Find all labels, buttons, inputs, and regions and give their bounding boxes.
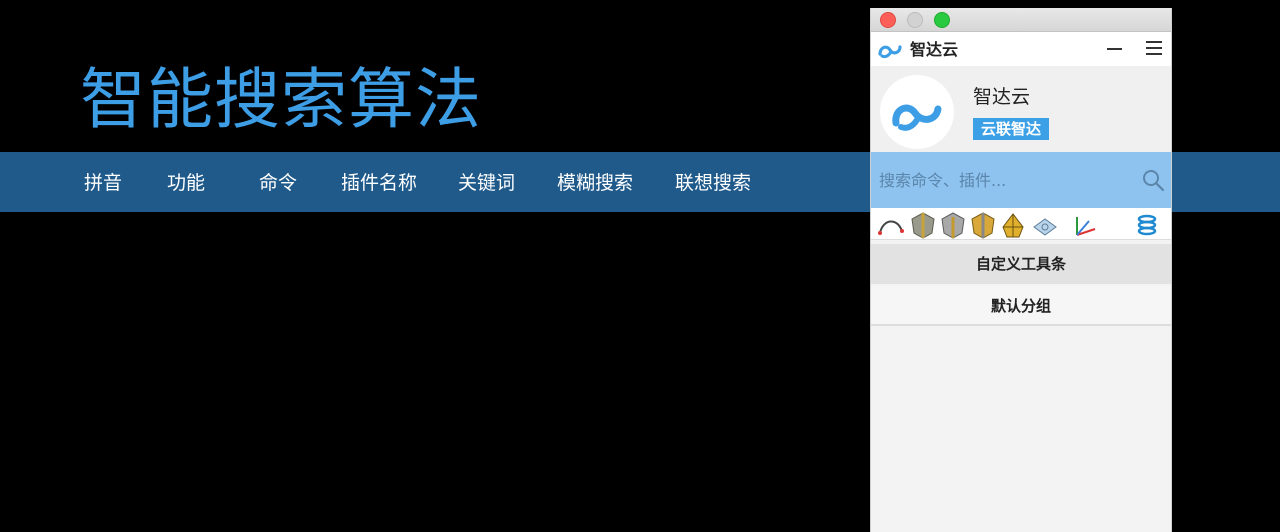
feature-fuzzy-search: 模糊搜索	[557, 172, 634, 194]
feature-pinyin: 拼音	[84, 172, 123, 194]
axis-icon[interactable]	[1071, 211, 1099, 239]
gold-shield-icon[interactable]	[969, 211, 997, 239]
spring-icon[interactable]	[1133, 211, 1161, 239]
app-window: 智达云 智达云 云联智达 搜索命令、插件... 自定义工具条 默认分组	[870, 8, 1172, 532]
profile-name: 智达云	[973, 86, 1031, 108]
page-title: 智能搜索算法	[80, 61, 482, 138]
gear-part-icon[interactable]	[1031, 211, 1059, 239]
avatar[interactable]	[880, 75, 954, 149]
window-minimize-button[interactable]	[907, 12, 923, 28]
tool-icon-bar	[871, 208, 1171, 240]
gold-mesh-icon[interactable]	[999, 211, 1027, 239]
feature-keyword: 关键词	[458, 172, 516, 194]
search-input[interactable]	[879, 166, 1129, 194]
feature-function: 功能	[167, 172, 206, 194]
app-name: 智达云	[910, 40, 959, 59]
cloud-logo-icon	[892, 104, 942, 131]
gray-shield-icon[interactable]	[939, 211, 967, 239]
window-close-button[interactable]	[880, 12, 896, 28]
cloud-logo-icon	[878, 45, 902, 59]
search-icon[interactable]	[1141, 168, 1165, 192]
feature-plugin-name: 插件名称	[341, 172, 418, 194]
feature-command: 命令	[259, 172, 298, 194]
profile-badge: 云联智达	[973, 118, 1050, 140]
search-bar	[871, 152, 1171, 208]
arc-icon[interactable]	[877, 211, 905, 239]
profile-card: 智达云 云联智达	[871, 66, 1171, 156]
group-default[interactable]: 默认分组	[871, 286, 1171, 326]
gray-shield-icon[interactable]	[909, 211, 937, 239]
menu-icon[interactable]	[1146, 41, 1162, 55]
group-custom-toolbar[interactable]: 自定义工具条	[871, 244, 1171, 284]
minimize-icon[interactable]	[1107, 48, 1122, 50]
feature-associative-search: 联想搜索	[675, 172, 752, 194]
window-titlebar[interactable]	[871, 8, 1171, 32]
app-header: 智达云	[871, 32, 1171, 66]
window-zoom-button[interactable]	[934, 12, 950, 28]
